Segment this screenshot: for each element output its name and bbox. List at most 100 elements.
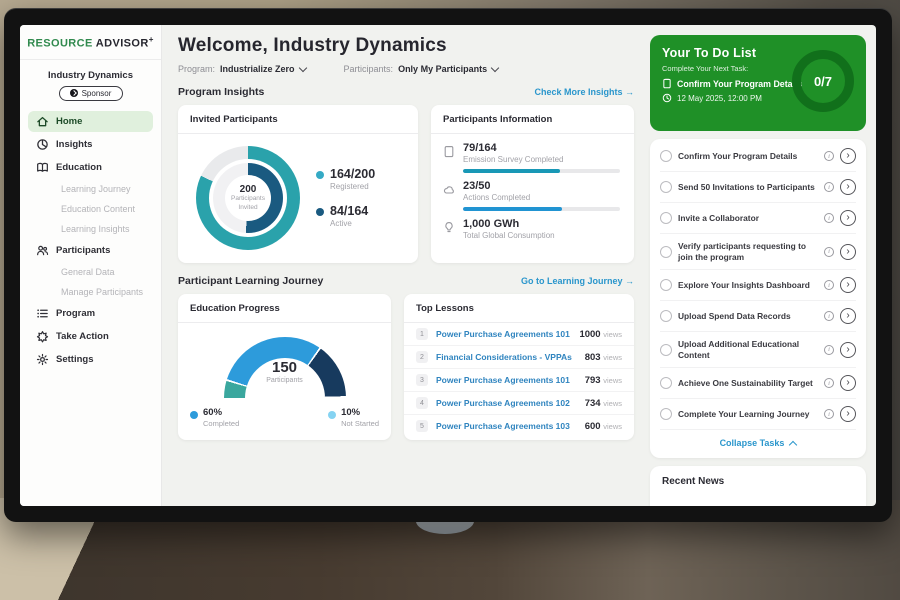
task-checkbox[interactable] (660, 150, 672, 162)
info-icon: i (824, 409, 834, 419)
check-more-insights-link[interactable]: Check More Insights → (534, 87, 634, 97)
lesson-views: 803 (585, 352, 601, 363)
task-go-button[interactable]: › (840, 342, 856, 358)
completed-dot-icon (190, 411, 198, 419)
not-started-label: Not Started (341, 419, 379, 428)
lesson-row[interactable]: 4 Power Purchase Agreements 102 734 view… (404, 392, 634, 415)
sidebar-item-label: Take Action (56, 331, 109, 342)
lesson-views: 793 (585, 375, 601, 386)
task-checkbox[interactable] (660, 310, 672, 322)
task-checkbox[interactable] (660, 181, 672, 193)
sidebar-item-education-content[interactable]: Education Content (28, 200, 153, 218)
lesson-title-link[interactable]: Financial Considerations - VPPAs (436, 352, 577, 362)
lesson-title-link[interactable]: Power Purchase Agreements 101 (436, 329, 571, 339)
collapse-tasks-link[interactable]: Collapse Tasks (660, 430, 856, 454)
sidebar-item-manage-participants[interactable]: Manage Participants (28, 283, 153, 301)
sidebar-item-insights[interactable]: Insights (28, 134, 153, 155)
app-logo: RESOURCE ADVISOR+ (20, 35, 161, 60)
arrow-right-icon: → (625, 87, 634, 97)
task-go-button[interactable]: › (840, 308, 856, 324)
sidebar-nav: Home Insights Education Learning Journey… (20, 109, 161, 370)
sidebar-item-settings[interactable]: Settings (28, 349, 153, 370)
learning-journey-header: Participant Learning Journey Go to Learn… (178, 275, 634, 287)
lesson-title-link[interactable]: Power Purchase Agreements 102 (436, 398, 577, 408)
lesson-row[interactable]: 1 Power Purchase Agreements 101 1000 vie… (404, 323, 634, 346)
task-go-button[interactable]: › (840, 210, 856, 226)
task-checkbox[interactable] (660, 408, 672, 420)
card-title: Invited Participants (178, 105, 418, 134)
task-label: Verify participants requesting to join t… (678, 241, 818, 262)
legend-item-active: 84/164 Active (316, 205, 375, 228)
active-label: Active (330, 219, 368, 228)
lesson-row[interactable]: 2 Financial Considerations - VPPAs 803 v… (404, 346, 634, 369)
recent-news-title: Recent News (662, 476, 854, 487)
screen: RESOURCE ADVISOR+ Industry Dynamics Spon… (20, 25, 876, 506)
sidebar-item-education[interactable]: Education (28, 157, 153, 178)
task-row[interactable]: Verify participants requesting to join t… (660, 234, 856, 270)
donut-center-value: 200 (240, 184, 257, 195)
lesson-title-link[interactable]: Power Purchase Agreements 103 (436, 421, 577, 431)
task-go-button[interactable]: › (840, 148, 856, 164)
info-icon: i (824, 345, 834, 355)
task-go-button[interactable]: › (840, 375, 856, 391)
sidebar-item-label: Participants (56, 245, 110, 256)
sidebar-item-label: Insights (56, 139, 92, 150)
stat-actions-completed: 23/50 Actions Completed (443, 180, 620, 211)
active-dot-icon (316, 208, 324, 216)
task-checkbox[interactable] (660, 279, 672, 291)
task-go-button[interactable]: › (840, 179, 856, 195)
participants-information-card: Participants Information 79/164 Emission… (431, 105, 634, 263)
filter-bar: Program: Industrialize Zero Participants… (178, 64, 634, 74)
program-insights-header: Program Insights Check More Insights → (178, 86, 634, 98)
task-row[interactable]: Upload Spend Data Records i › (660, 301, 856, 332)
task-row[interactable]: Send 50 Invitations to Participants i › (660, 172, 856, 203)
program-filter[interactable]: Program: Industrialize Zero (178, 64, 306, 74)
lesson-row[interactable]: 3 Power Purchase Agreements 101 793 view… (404, 369, 634, 392)
actions-progress-fill (463, 207, 562, 211)
sidebar-item-home[interactable]: Home (28, 111, 153, 132)
participants-information-body: 79/164 Emission Survey Completed 23/50 A… (431, 134, 634, 240)
lesson-views: 600 (585, 421, 601, 432)
stat-consumption: 1,000 GWh Total Global Consumption (443, 218, 620, 240)
sidebar-item-learning-journey[interactable]: Learning Journey (28, 180, 153, 198)
sidebar-item-general-data[interactable]: General Data (28, 263, 153, 281)
task-row[interactable]: Complete Your Learning Journey i › (660, 399, 856, 430)
active-value: 84/164 (330, 205, 368, 219)
task-go-button[interactable]: › (840, 244, 856, 260)
task-row[interactable]: Upload Additional Educational Content i … (660, 332, 856, 368)
stat-label: Emission Survey Completed (463, 155, 620, 164)
sidebar-item-take-action[interactable]: Take Action (28, 326, 153, 347)
participants-filter[interactable]: Participants: Only My Participants (344, 64, 499, 74)
sidebar-item-label: Program (56, 308, 95, 319)
task-row[interactable]: Achieve One Sustainability Target i › (660, 368, 856, 399)
bulb-icon (443, 221, 455, 234)
info-icon: i (824, 378, 834, 388)
task-checkbox[interactable] (660, 344, 672, 356)
task-checkbox[interactable] (660, 212, 672, 224)
lesson-rank: 5 (416, 420, 428, 432)
link-label: Go to Learning Journey (521, 276, 623, 286)
lesson-row[interactable]: 5 Power Purchase Agreements 103 600 view… (404, 415, 634, 437)
task-row[interactable]: Confirm Your Program Details i › (660, 141, 856, 172)
task-row[interactable]: Explore Your Insights Dashboard i › (660, 270, 856, 301)
sidebar-item-participants[interactable]: Participants (28, 240, 153, 261)
sidebar-item-label: Settings (56, 354, 93, 365)
card-title: Education Progress (178, 294, 391, 323)
todo-next-task: Confirm Your Program Details (677, 79, 802, 89)
task-label: Explore Your Insights Dashboard (678, 280, 818, 291)
logo-plus: + (149, 35, 154, 44)
card-title: Participants Information (431, 105, 634, 134)
go-to-learning-journey-link[interactable]: Go to Learning Journey → (521, 276, 634, 286)
task-checkbox[interactable] (660, 377, 672, 389)
task-row[interactable]: Invite a Collaborator i › (660, 203, 856, 234)
clipboard-icon (662, 78, 672, 89)
sidebar-item-program[interactable]: Program (28, 303, 153, 324)
task-go-button[interactable]: › (840, 406, 856, 422)
sidebar-item-learning-insights[interactable]: Learning Insights (28, 220, 153, 238)
task-go-button[interactable]: › (840, 277, 856, 293)
sponsor-badge-icon (70, 89, 78, 97)
todo-summary-card: Your To Do List Complete Your Next Task:… (650, 35, 866, 131)
lesson-title-link[interactable]: Power Purchase Agreements 101 (436, 375, 577, 385)
stat-value: 1,000 GWh (463, 218, 620, 230)
task-checkbox[interactable] (660, 246, 672, 258)
